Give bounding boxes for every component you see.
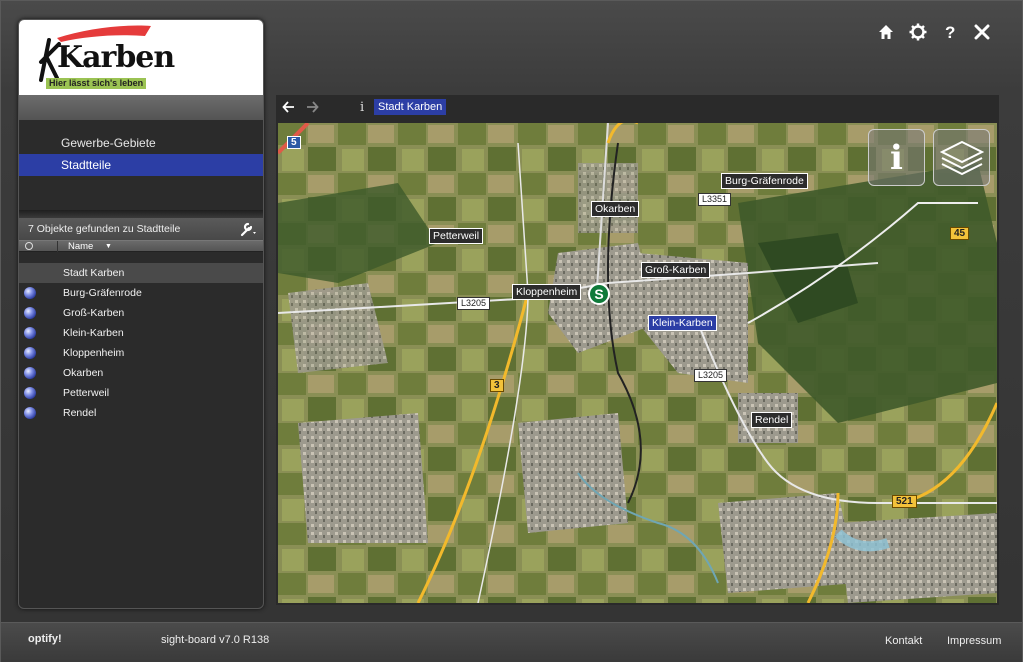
road-sign-521: 521 (892, 495, 917, 508)
category-gewerbe-gebiete[interactable]: Gewerbe-Gebiete (19, 132, 263, 154)
footer: optify! sight-board v7.0 R138 Kontakt Im… (1, 622, 1022, 662)
column-header: Name ▼ (19, 240, 263, 252)
gear-icon[interactable] (908, 21, 928, 43)
breadcrumb-info-icon[interactable]: i (360, 100, 364, 115)
road-sign-l3351: L3351 (698, 193, 732, 206)
footer-brand[interactable]: optify! (28, 633, 62, 645)
list-group-header[interactable]: Stadt Karben (19, 263, 263, 283)
app-window: ? Karben Hier lässt sich's leben Gewerbe… (0, 0, 1023, 662)
top-toolbar: ? (876, 21, 992, 43)
map-info-button[interactable]: i (868, 129, 925, 186)
layers-icon (939, 140, 984, 175)
svg-text:?: ? (945, 23, 955, 41)
list-item[interactable]: Kloppenheim (19, 343, 263, 363)
map-label-petterweil[interactable]: Petterweil (429, 228, 484, 244)
road-sign-l3205-west: L3205 (457, 297, 491, 310)
results-summary-bar: 7 Objekte gefunden zu Stadtteile (19, 218, 263, 240)
category-stadtteile[interactable]: Stadtteile (19, 154, 263, 176)
map-toolbar: i Stadt Karben (276, 95, 999, 121)
footer-version: sight-board v7.0 R138 (161, 634, 270, 646)
road-sign-l3205-east: L3205 (694, 369, 728, 382)
road-sign-5: 5 (287, 136, 301, 149)
list-item[interactable]: Petterweil (19, 383, 263, 403)
map-label-rendel[interactable]: Rendel (751, 412, 793, 428)
sort-down-icon[interactable]: ▼ (105, 241, 112, 253)
name-column-header[interactable]: Name (68, 241, 93, 253)
help-icon[interactable]: ? (940, 21, 960, 43)
marker-dot-icon (24, 387, 36, 399)
back-arrow-icon[interactable] (282, 100, 296, 119)
map-label-klein-karben[interactable]: Klein-Karben (648, 315, 717, 331)
map-layers-button[interactable] (933, 129, 990, 186)
list-item[interactable]: Okarben (19, 363, 263, 383)
marker-dot-icon (24, 327, 36, 339)
logo-slogan: Hier lässt sich's leben (46, 78, 147, 89)
divider (19, 210, 263, 218)
marker-dot-icon (24, 287, 36, 299)
kontakt-link[interactable]: Kontakt (885, 635, 922, 647)
marker-dot-icon (24, 307, 36, 319)
map-imagery (278, 123, 997, 603)
info-icon: i (890, 137, 903, 178)
sbahn-station-icon[interactable]: S (588, 283, 610, 305)
list-item[interactable]: Burg-Gräfenrode (19, 283, 263, 303)
list-item[interactable]: Groß-Karben (19, 303, 263, 323)
marker-dot-icon (24, 407, 36, 419)
home-icon[interactable] (876, 21, 896, 43)
road-sign-45: 45 (950, 227, 970, 240)
panel-header-band (19, 95, 263, 120)
forward-arrow-icon[interactable] (305, 100, 319, 119)
list-item[interactable]: Klein-Karben (19, 323, 263, 343)
logo-wordmark: Karben (57, 40, 175, 75)
impressum-link[interactable]: Impressum (947, 635, 1001, 647)
breadcrumb[interactable]: Stadt Karben (374, 99, 447, 115)
results-summary: 7 Objekte gefunden zu Stadtteile (28, 223, 181, 235)
status-column-icon[interactable] (25, 242, 33, 250)
close-icon[interactable] (972, 21, 992, 43)
category-list: Gewerbe-Gebiete Stadtteile (19, 120, 263, 210)
column-divider (57, 241, 58, 252)
list-item[interactable]: Rendel (19, 403, 263, 423)
marker-dot-icon (24, 367, 36, 379)
map-label-gross-karben[interactable]: Groß-Karben (641, 262, 711, 278)
map-panel: i Stadt Karben 5 Burg-Gräfenrode L3351 4… (276, 95, 999, 605)
marker-dot-icon (24, 347, 36, 359)
map-label-kloppenheim[interactable]: Kloppenheim (512, 284, 582, 300)
left-panel: Karben Hier lässt sich's leben Gewerbe-G… (18, 19, 264, 609)
map-label-okarben[interactable]: Okarben (591, 201, 640, 217)
map-label-burg-graefenrode[interactable]: Burg-Gräfenrode (721, 173, 808, 189)
karben-logo[interactable]: Karben Hier lässt sich's leben (19, 20, 263, 95)
results-list: Stadt Karben Burg-Gräfenrode Groß-Karben… (19, 252, 263, 423)
aerial-map[interactable]: 5 Burg-Gräfenrode L3351 45 Okarben Pette… (278, 123, 997, 603)
road-sign-3: 3 (490, 379, 504, 392)
